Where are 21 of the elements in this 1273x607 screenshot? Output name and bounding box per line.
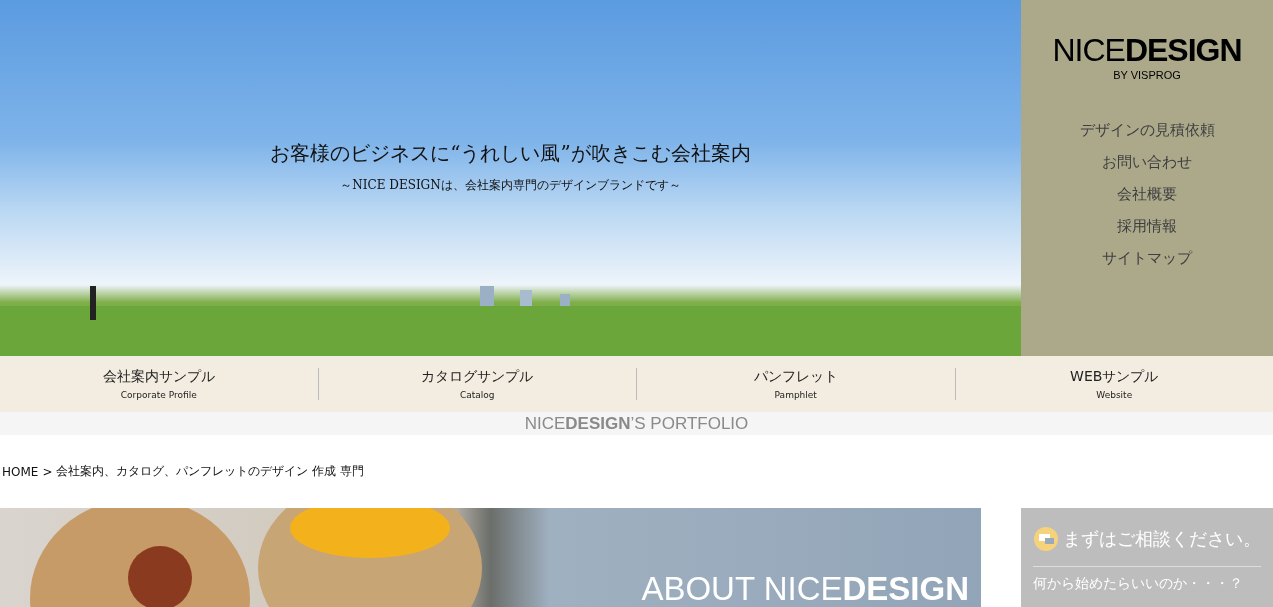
category-nav-link[interactable]: WEBサンプル Website (954, 368, 1273, 400)
sidebar-link[interactable]: 会社概要 (1117, 183, 1177, 205)
breadcrumb-current: 会社案内、カタログ、パンフレットのデザイン 作成 専門 (56, 463, 365, 480)
sidebar-link[interactable]: お問い合わせ (1102, 151, 1192, 173)
sidebar-link[interactable]: 採用情報 (1117, 215, 1177, 237)
about-title: ABOUT NICEDESIGN (641, 572, 969, 605)
category-nav-link[interactable]: 会社案内サンプル Corporate Profile (0, 368, 318, 400)
hero-headline: お客様のビジネスに“うれしい風”が吹きこむ会社案内 (270, 140, 751, 167)
sidebar-link[interactable]: サイトマップ (1102, 247, 1192, 269)
breadcrumb-home-link[interactable]: HOME (2, 464, 39, 479)
breadcrumb-separator: > (42, 464, 53, 479)
speech-bubble-icon (1033, 526, 1059, 552)
hero-subline: ～NICE DESIGNは、会社案内専門のデザインブランドです～ (340, 177, 681, 194)
logo-tagline: BY VISPROG (1113, 69, 1181, 81)
consult-title: まずはご相談ください。 (1063, 527, 1261, 551)
portfolio-title: NICEDESIGN’S PORTFOLIO (524, 413, 749, 434)
category-nav-link[interactable]: カタログサンプル Catalog (317, 368, 636, 400)
site-logo[interactable]: NICEDESIGN (1052, 34, 1242, 66)
sidebar-link[interactable]: デザインの見積依頼 (1079, 119, 1215, 141)
consult-lead: 何から始めたらいいのか・・・？ (1033, 575, 1244, 593)
category-nav-link[interactable]: パンフレット Pamphlet (636, 368, 955, 400)
